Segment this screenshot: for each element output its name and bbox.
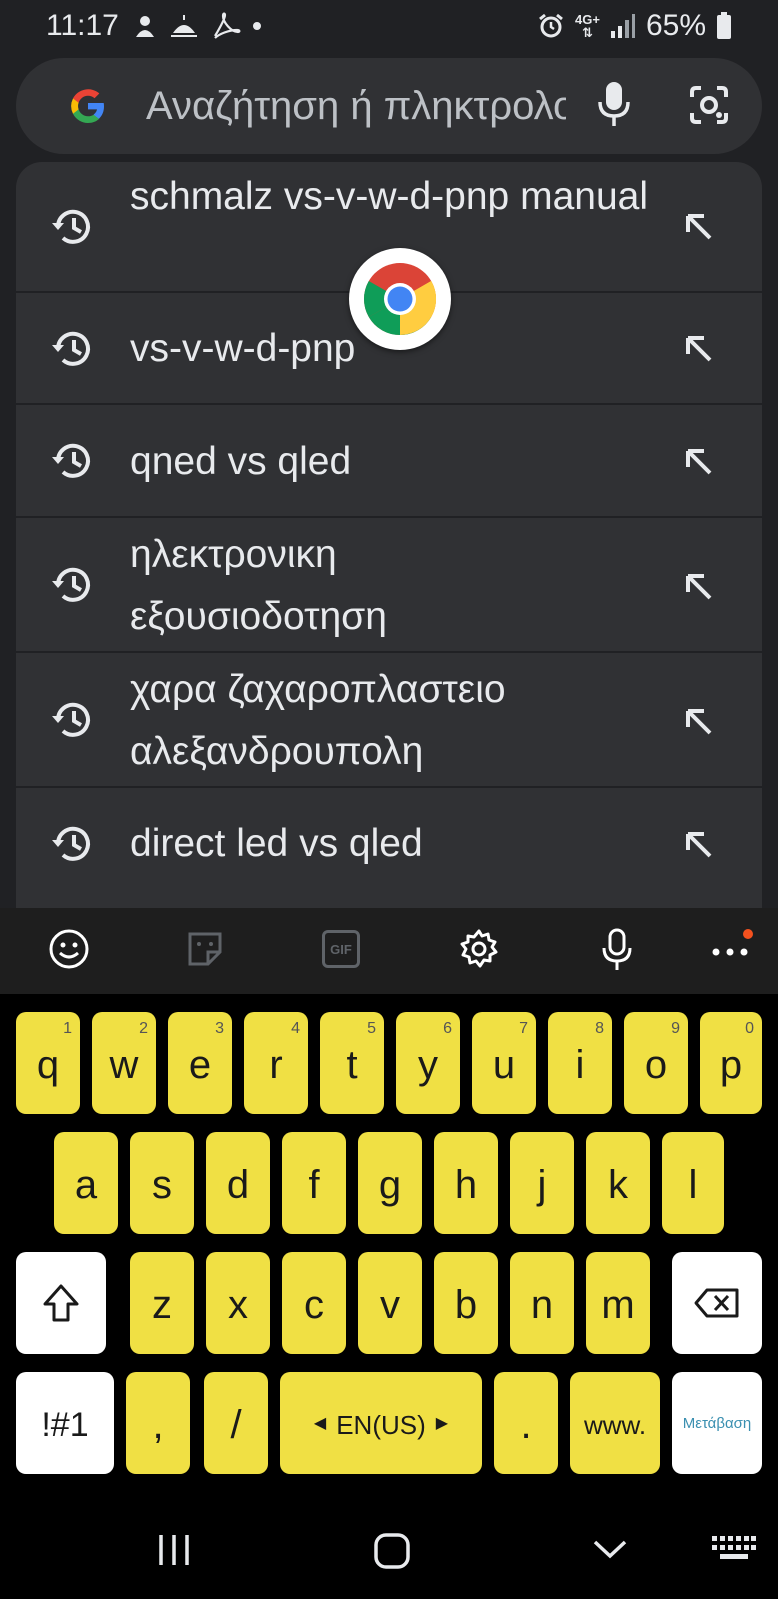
key-y[interactable]: 6y	[396, 1012, 460, 1114]
key-i[interactable]: 8i	[548, 1012, 612, 1114]
key-k[interactable]: k	[586, 1132, 650, 1234]
battery-icon	[717, 12, 731, 39]
lens-camera-icon[interactable]	[688, 84, 730, 126]
key-j[interactable]: j	[510, 1132, 574, 1234]
key-r[interactable]: 4r	[244, 1012, 308, 1114]
backspace-icon	[694, 1288, 739, 1318]
keyboard-switch-icon[interactable]	[712, 1536, 756, 1566]
more-options-icon[interactable]	[710, 928, 756, 970]
chrome-bubble[interactable]	[349, 248, 451, 350]
key-o[interactable]: 9o	[624, 1012, 688, 1114]
key-v[interactable]: v	[358, 1252, 422, 1354]
key-q[interactable]: 1q	[16, 1012, 80, 1114]
hide-keyboard-icon[interactable]	[592, 1532, 628, 1568]
network-type: 4G+ ⇅	[575, 12, 600, 40]
fill-query-arrow-icon[interactable]	[682, 332, 716, 366]
backspace-key[interactable]	[672, 1252, 762, 1354]
key-u[interactable]: 7u	[472, 1012, 536, 1114]
key-t[interactable]: 5t	[320, 1012, 384, 1114]
status-time: 11:17	[46, 9, 119, 42]
voice-search-icon[interactable]	[596, 80, 632, 130]
key-g[interactable]: g	[358, 1132, 422, 1234]
www-key[interactable]: www.	[570, 1372, 660, 1474]
signal-icon	[610, 14, 635, 38]
omnibox[interactable]	[16, 58, 762, 154]
voice-input-icon[interactable]	[600, 928, 634, 972]
keyboard-toolbar: GIF	[0, 908, 778, 994]
comma-key[interactable]: ,	[126, 1372, 190, 1474]
history-icon	[52, 209, 90, 244]
suggestion-item[interactable]: qned vs qled	[16, 405, 762, 518]
suggestion-text: ηλεκτρονικη εξουσιοδοτηση	[130, 533, 387, 638]
space-bar[interactable]: ◀ EN(US) ▶	[280, 1372, 482, 1474]
notification-icon	[135, 16, 154, 37]
language-next-icon: ▶	[435, 1415, 449, 1432]
settings-gear-icon[interactable]	[458, 928, 500, 970]
suggestion-text: direct led vs qled	[130, 822, 423, 865]
history-icon	[52, 567, 90, 602]
pdf-icon	[213, 12, 241, 39]
shift-icon	[43, 1284, 79, 1322]
home-icon[interactable]	[373, 1532, 411, 1570]
alarm-icon	[539, 13, 563, 38]
fill-query-arrow-icon[interactable]	[682, 570, 716, 604]
fill-query-arrow-icon[interactable]	[682, 210, 716, 244]
history-icon	[52, 443, 90, 478]
key-c[interactable]: c	[282, 1252, 346, 1354]
fill-query-arrow-icon[interactable]	[682, 705, 716, 739]
key-s[interactable]: s	[130, 1132, 194, 1234]
search-input[interactable]	[146, 83, 566, 129]
suggestion-text: schmalz vs-v-w-d-pnp manual	[130, 175, 648, 218]
key-e[interactable]: 3e	[168, 1012, 232, 1114]
key-h[interactable]: h	[434, 1132, 498, 1234]
suggestion-item[interactable]: direct led vs qled	[16, 788, 762, 908]
suggestion-text: qned vs qled	[130, 440, 352, 483]
status-bar: 11:17 4G+ ⇅ 65%	[0, 0, 778, 52]
period-key[interactable]: .	[494, 1372, 558, 1474]
chrome-logo-icon	[363, 263, 437, 336]
google-logo-icon	[71, 89, 104, 123]
key-n[interactable]: n	[510, 1252, 574, 1354]
key-a[interactable]: a	[54, 1132, 118, 1234]
key-l[interactable]: l	[662, 1132, 724, 1234]
key-f[interactable]: f	[282, 1132, 346, 1234]
key-w[interactable]: 2w	[92, 1012, 156, 1114]
go-key[interactable]: Μετάβαση	[672, 1372, 762, 1474]
key-m[interactable]: m	[586, 1252, 650, 1354]
navigation-bar	[0, 1500, 778, 1599]
key-x[interactable]: x	[206, 1252, 270, 1354]
gif-button[interactable]: GIF	[322, 930, 360, 968]
suggestion-text: χαρα ζαχαροπλαστειο αλεξανδρουπολη	[130, 668, 506, 773]
shift-key[interactable]	[16, 1252, 106, 1354]
weather-icon	[170, 15, 197, 37]
battery-percent: 65%	[645, 9, 706, 42]
key-d[interactable]: d	[206, 1132, 270, 1234]
suggestion-item[interactable]: ηλεκτρονικη εξουσιοδοτηση	[16, 518, 762, 653]
key-z[interactable]: z	[130, 1252, 194, 1354]
history-icon	[52, 702, 90, 737]
emoji-icon[interactable]	[48, 928, 90, 970]
more-notifications-icon	[252, 22, 261, 30]
fill-query-arrow-icon[interactable]	[682, 445, 716, 479]
history-icon	[52, 826, 90, 861]
slash-key[interactable]: /	[204, 1372, 268, 1474]
language-prev-icon: ◀	[313, 1415, 327, 1432]
fill-query-arrow-icon[interactable]	[682, 828, 716, 862]
recent-apps-icon[interactable]	[157, 1532, 193, 1568]
suggestion-item[interactable]: χαρα ζαχαροπλαστειο αλεξανδρουπολη	[16, 653, 762, 788]
history-icon	[52, 331, 90, 366]
sticker-icon[interactable]	[184, 928, 226, 970]
gif-label: GIF	[330, 941, 352, 957]
key-p[interactable]: 0p	[700, 1012, 762, 1114]
symbols-key[interactable]: !#1	[16, 1372, 114, 1474]
key-b[interactable]: b	[434, 1252, 498, 1354]
